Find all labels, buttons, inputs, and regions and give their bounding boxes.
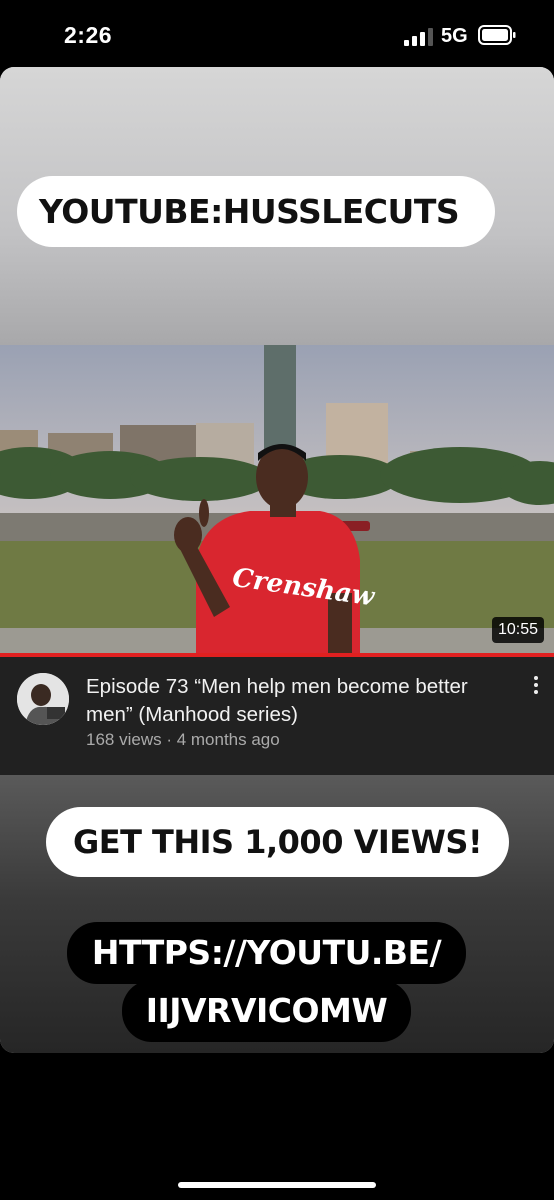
story-card[interactable]: YOUTUBE:HUSSLECUTS Crenshaw 10:55 Episod… [0, 67, 554, 1053]
video-link-line-2: IIJVRVICOMW [122, 980, 411, 1042]
video-title[interactable]: Episode 73 “Men help men become better m… [86, 673, 486, 729]
video-thumbnail[interactable]: Crenshaw 10:55 [0, 345, 554, 655]
cta-caption: GET THIS 1,000 VIEWS! [46, 807, 509, 877]
channel-avatar[interactable] [17, 673, 69, 725]
video-info[interactable]: Episode 73 “Men help men become better m… [0, 657, 554, 775]
more-vertical-icon[interactable] [524, 673, 548, 697]
video-link-line-1: HTTPS://YOUTU.BE/ [67, 922, 466, 984]
home-indicator[interactable] [178, 1182, 376, 1188]
thumbnail-scene: Crenshaw [0, 345, 554, 655]
video-duration: 10:55 [491, 617, 544, 643]
avatar-image [17, 673, 69, 725]
battery-icon [478, 25, 516, 45]
status-time: 2:26 [64, 22, 113, 48]
cellular-signal-icon [404, 28, 433, 46]
status-bar: 2:26 5G [0, 0, 554, 66]
network-label: 5G [441, 25, 468, 47]
channel-caption: YOUTUBE:HUSSLECUTS [17, 176, 495, 247]
video-meta: 168 views · 4 months ago [86, 730, 280, 749]
